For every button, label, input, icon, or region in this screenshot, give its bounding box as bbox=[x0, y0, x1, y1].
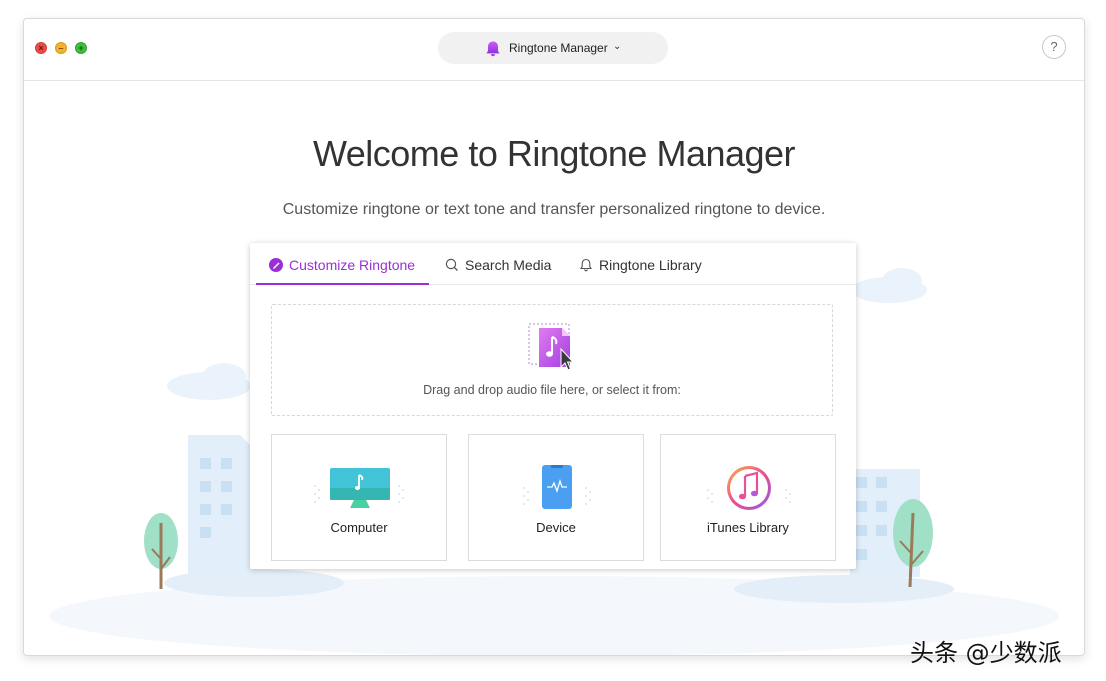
minimize-icon: – bbox=[58, 43, 64, 53]
source-label: iTunes Library bbox=[707, 520, 789, 535]
tab-label: Search Media bbox=[465, 257, 552, 273]
bell-icon bbox=[484, 40, 502, 63]
minimize-window-button[interactable]: – bbox=[55, 42, 67, 54]
source-device-button[interactable]: Device bbox=[468, 434, 644, 561]
page-subtitle: Customize ringtone or text tone and tran… bbox=[282, 201, 826, 218]
watermark-text: 头条 @少数派 bbox=[910, 639, 1062, 667]
title-bar: × – + Ringtone Manager ⌄ ? bbox=[24, 19, 1084, 81]
source-label: Device bbox=[536, 520, 576, 535]
chevron-down-icon: ⌄ bbox=[613, 41, 622, 52]
source-label: Computer bbox=[330, 520, 388, 535]
bell-icon bbox=[579, 258, 593, 275]
app-switcher-label: Ringtone Manager bbox=[509, 41, 608, 55]
tab-label: Customize Ringtone bbox=[289, 257, 416, 273]
source-itunes-library-button[interactable]: iTunes Library bbox=[660, 434, 836, 561]
close-window-button[interactable]: × bbox=[35, 42, 47, 54]
tab-label: Ringtone Library bbox=[599, 257, 702, 273]
main-card: Customize Ringtone Search Media Ringtone… bbox=[250, 243, 856, 569]
drop-zone-text: Drag and drop audio file here, or select… bbox=[423, 383, 681, 397]
itunes-icon bbox=[661, 463, 835, 518]
tab-bar: Customize Ringtone Search Media Ringtone… bbox=[250, 243, 856, 285]
device-icon bbox=[469, 463, 643, 518]
audio-drop-zone[interactable]: Drag and drop audio file here, or select… bbox=[271, 304, 833, 416]
app-switcher-dropdown[interactable]: Ringtone Manager ⌄ bbox=[438, 32, 668, 64]
close-icon: × bbox=[38, 43, 44, 53]
audio-file-drop-icon bbox=[528, 323, 576, 378]
page-title: Welcome to Ringtone Manager bbox=[312, 133, 796, 174]
maximize-window-button[interactable]: + bbox=[75, 42, 87, 54]
tab-ringtone-library[interactable]: Ringtone Library bbox=[579, 257, 702, 275]
source-computer-button[interactable]: Computer bbox=[271, 434, 447, 561]
maximize-icon: + bbox=[78, 43, 84, 53]
search-icon bbox=[445, 258, 459, 275]
ringtone-edit-icon bbox=[269, 258, 283, 275]
active-tab-indicator bbox=[256, 283, 429, 285]
help-button[interactable]: ? bbox=[1042, 35, 1066, 59]
tab-customize-ringtone[interactable]: Customize Ringtone bbox=[269, 257, 415, 275]
tab-search-media[interactable]: Search Media bbox=[445, 257, 551, 275]
computer-icon bbox=[272, 463, 446, 518]
app-window: × – + Ringtone Manager ⌄ ? Welcome to Ri… bbox=[23, 18, 1085, 656]
